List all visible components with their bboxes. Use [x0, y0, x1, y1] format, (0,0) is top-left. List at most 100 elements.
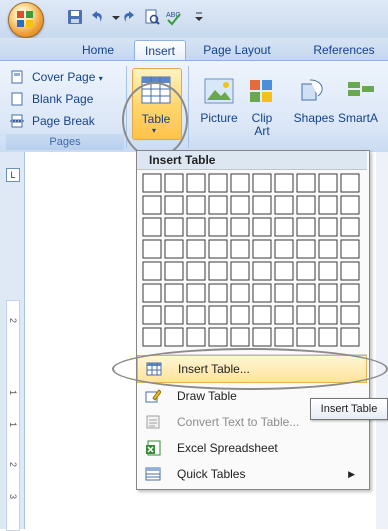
shapes-button[interactable]: Shapes — [292, 72, 336, 136]
grid-cell[interactable] — [296, 217, 316, 237]
undo-icon[interactable] — [88, 8, 106, 26]
grid-cell[interactable] — [186, 217, 206, 237]
tab-insert[interactable]: Insert — [134, 40, 186, 61]
grid-cell[interactable] — [318, 239, 338, 259]
grid-cell[interactable] — [296, 239, 316, 259]
grid-cell[interactable] — [142, 239, 162, 259]
tab-selector-button[interactable]: L — [6, 168, 20, 182]
save-icon[interactable] — [66, 8, 84, 26]
grid-cell[interactable] — [340, 195, 360, 215]
grid-cell[interactable] — [252, 239, 272, 259]
grid-cell[interactable] — [340, 305, 360, 325]
grid-cell[interactable] — [296, 305, 316, 325]
grid-cell[interactable] — [296, 283, 316, 303]
grid-cell[interactable] — [164, 261, 184, 281]
grid-cell[interactable] — [318, 173, 338, 193]
grid-cell[interactable] — [230, 217, 250, 237]
grid-cell[interactable] — [318, 283, 338, 303]
grid-cell[interactable] — [142, 305, 162, 325]
grid-cell[interactable] — [318, 327, 338, 347]
smartart-button[interactable]: SmartA — [336, 72, 388, 136]
grid-cell[interactable] — [340, 173, 360, 193]
grid-cell[interactable] — [208, 283, 228, 303]
grid-cell[interactable] — [186, 261, 206, 281]
tab-references[interactable]: References — [302, 40, 386, 60]
grid-cell[interactable] — [296, 195, 316, 215]
grid-cell[interactable] — [186, 305, 206, 325]
grid-cell[interactable] — [318, 217, 338, 237]
grid-cell[interactable] — [340, 327, 360, 347]
cover-page-button[interactable]: Cover Page ▾ — [10, 68, 103, 86]
grid-cell[interactable] — [164, 239, 184, 259]
grid-cell[interactable] — [186, 195, 206, 215]
redo-icon[interactable] — [120, 8, 138, 26]
grid-cell[interactable] — [142, 195, 162, 215]
grid-cell[interactable] — [340, 261, 360, 281]
grid-cell[interactable] — [252, 261, 272, 281]
grid-cell[interactable] — [186, 239, 206, 259]
grid-cell[interactable] — [164, 217, 184, 237]
grid-cell[interactable] — [142, 283, 162, 303]
grid-cell[interactable] — [142, 173, 162, 193]
grid-cell[interactable] — [318, 305, 338, 325]
grid-cell[interactable] — [318, 261, 338, 281]
spelling-icon[interactable]: ABC — [165, 8, 183, 26]
grid-cell[interactable] — [142, 217, 162, 237]
grid-cell[interactable] — [208, 261, 228, 281]
grid-cell[interactable] — [164, 327, 184, 347]
grid-cell[interactable] — [340, 239, 360, 259]
grid-cell[interactable] — [274, 173, 294, 193]
tab-home[interactable]: Home — [68, 40, 128, 60]
grid-cell[interactable] — [230, 195, 250, 215]
grid-cell[interactable] — [186, 283, 206, 303]
grid-cell[interactable] — [340, 217, 360, 237]
grid-cell[interactable] — [230, 261, 250, 281]
customize-toolbar-icon[interactable] — [190, 8, 208, 26]
grid-cell[interactable] — [274, 195, 294, 215]
grid-cell[interactable] — [164, 195, 184, 215]
grid-cell[interactable] — [274, 327, 294, 347]
grid-cell[interactable] — [252, 173, 272, 193]
grid-cell[interactable] — [252, 305, 272, 325]
clip-art-button[interactable]: Clip Art — [244, 72, 280, 140]
grid-cell[interactable] — [252, 195, 272, 215]
grid-cell[interactable] — [208, 327, 228, 347]
page-break-button[interactable]: Page Break — [10, 112, 95, 130]
grid-cell[interactable] — [186, 173, 206, 193]
grid-cell[interactable] — [274, 305, 294, 325]
grid-cell[interactable] — [296, 173, 316, 193]
blank-page-button[interactable]: Blank Page — [10, 90, 93, 108]
grid-cell[interactable] — [296, 261, 316, 281]
excel-spreadsheet-menu-item[interactable]: Excel Spreadsheet — [137, 435, 367, 461]
grid-cell[interactable] — [142, 327, 162, 347]
grid-cell[interactable] — [340, 283, 360, 303]
quick-tables-menu-item[interactable]: Quick Tables ▶ — [137, 461, 367, 487]
tab-page-layout[interactable]: Page Layout — [196, 40, 278, 60]
print-preview-icon[interactable] — [143, 8, 161, 26]
grid-cell[interactable] — [252, 283, 272, 303]
grid-cell[interactable] — [274, 283, 294, 303]
grid-cell[interactable] — [186, 327, 206, 347]
grid-cell[interactable] — [164, 283, 184, 303]
grid-cell[interactable] — [208, 239, 228, 259]
grid-cell[interactable] — [318, 195, 338, 215]
grid-cell[interactable] — [252, 327, 272, 347]
grid-cell[interactable] — [164, 305, 184, 325]
grid-cell[interactable] — [164, 173, 184, 193]
grid-cell[interactable] — [252, 217, 272, 237]
grid-cell[interactable] — [230, 239, 250, 259]
grid-cell[interactable] — [208, 173, 228, 193]
grid-cell[interactable] — [274, 217, 294, 237]
grid-cell[interactable] — [230, 173, 250, 193]
table-size-grid[interactable] — [142, 173, 364, 349]
picture-button[interactable]: Picture — [196, 72, 242, 136]
grid-cell[interactable] — [274, 239, 294, 259]
grid-cell[interactable] — [274, 261, 294, 281]
grid-cell[interactable] — [208, 217, 228, 237]
grid-cell[interactable] — [230, 283, 250, 303]
grid-cell[interactable] — [208, 305, 228, 325]
grid-cell[interactable] — [208, 195, 228, 215]
grid-cell[interactable] — [142, 261, 162, 281]
grid-cell[interactable] — [230, 305, 250, 325]
grid-cell[interactable] — [230, 327, 250, 347]
